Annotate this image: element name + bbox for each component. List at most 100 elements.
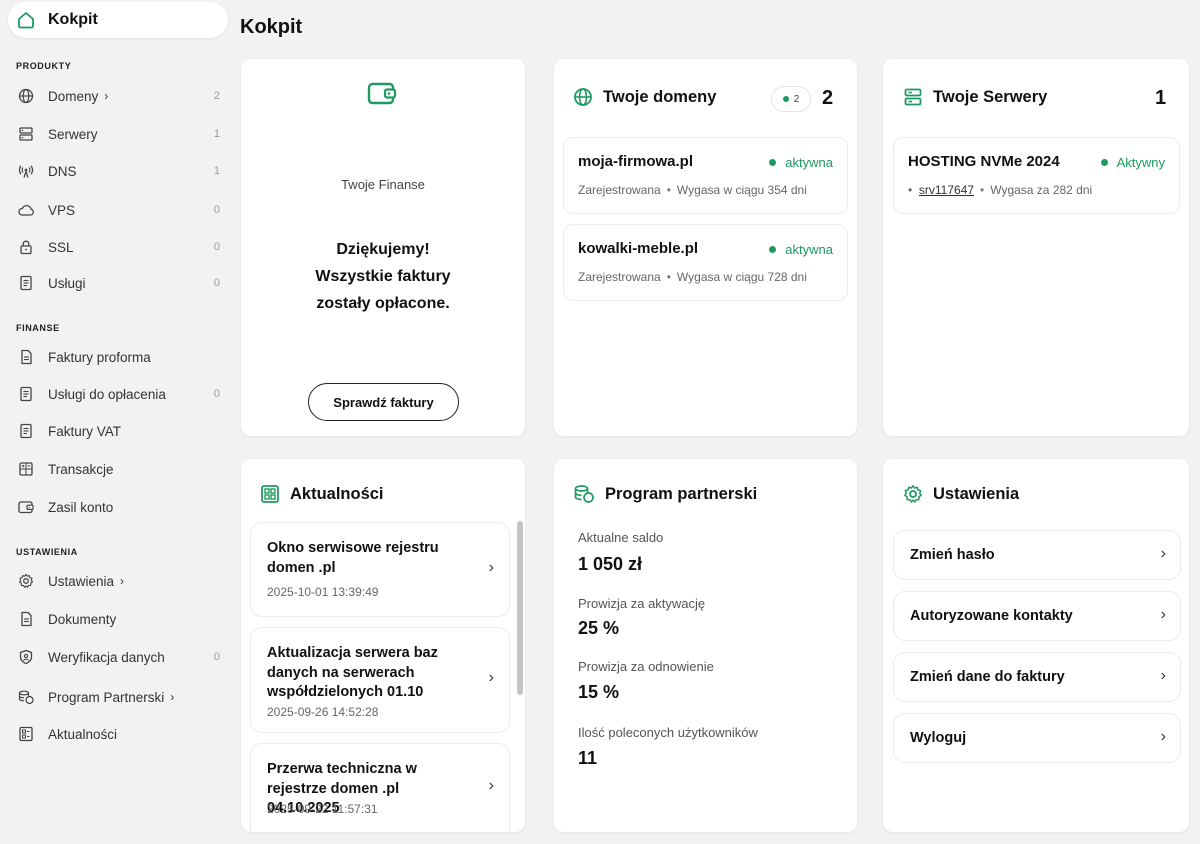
lock-icon	[16, 237, 36, 257]
sidebar-item-ustawienia[interactable]: Ustawienia ›	[16, 569, 220, 593]
sidebar-item-domeny[interactable]: Domeny › 2	[16, 84, 220, 108]
wallet-icon	[367, 80, 399, 108]
sidebar-item-label: Dokumenty	[48, 611, 117, 627]
finance-message-line: zostały opłacone.	[316, 295, 450, 312]
gear-icon	[16, 571, 36, 591]
sidebar-item-label: Ustawienia	[48, 573, 115, 589]
chevron-right-icon: ›	[1160, 728, 1166, 745]
sidebar-item-label: Kokpit	[48, 11, 98, 28]
settings-item-label: Autoryzowane kontakty	[910, 608, 1073, 624]
sidebar-item-label: Transakcje	[48, 461, 114, 477]
chevron-right-icon: ›	[1160, 545, 1166, 562]
news-date: 2025-10-01 13:39:49	[267, 585, 379, 599]
sidebar-item-program-partnerski[interactable]: Program Partnerski ›	[16, 685, 220, 709]
settings-item-label: Zmień hasło	[910, 547, 995, 563]
status-dot	[1100, 159, 1108, 166]
bullet: •	[908, 183, 913, 197]
logout-button[interactable]: Wyloguj ›	[893, 713, 1181, 763]
registration-status: Zarejestrowana	[578, 183, 661, 197]
status-label: aktywna	[785, 242, 833, 257]
sidebar-item-label: VPS	[48, 202, 76, 218]
authorized-contacts-button[interactable]: Autoryzowane kontakty ›	[893, 591, 1181, 641]
document-icon	[16, 609, 36, 629]
sidebar-item-kokpit[interactable]: Kokpit	[8, 2, 228, 38]
separator: •	[666, 183, 671, 197]
registration-status: Zarejestrowana	[578, 270, 661, 284]
status-label: Aktywny	[1116, 155, 1165, 170]
domain-meta: Zarejestrowana • Wygasa w ciągu 728 dni	[578, 270, 807, 284]
document-icon	[16, 273, 36, 293]
check-invoices-button[interactable]: Sprawdź faktury	[308, 383, 459, 421]
count-badge: 1	[213, 165, 220, 177]
balance-label: Aktualne saldo	[578, 530, 664, 545]
sidebar-item-uslugi[interactable]: Usługi 0	[16, 271, 220, 295]
count-badge: 1	[213, 128, 220, 140]
document-icon	[16, 384, 36, 404]
gear-icon	[903, 484, 923, 504]
sidebar-item-serwery[interactable]: Serwery 1	[16, 122, 220, 146]
domain-item[interactable]: moja-firmowa.pl aktywna Zarejestrowana • W…	[563, 137, 848, 214]
calculator-icon	[16, 459, 36, 479]
change-invoice-data-button[interactable]: Zmień dane do faktury ›	[893, 652, 1181, 702]
finance-label: Twoje Finanse	[341, 177, 425, 192]
section-heading-ustawienia: USTAWIENIA	[16, 547, 78, 557]
renewal-commission-label: Prowizja za odnowienie	[578, 659, 714, 674]
sidebar-item-uslugi-do-oplacenia[interactable]: Usługi do opłacenia 0	[16, 382, 220, 406]
news-title: Okno serwisowe rejestru domen .pl	[267, 540, 439, 576]
card-title: Twoje Serwery	[933, 87, 1048, 106]
globe-icon	[16, 86, 36, 106]
scrollbar-thumb[interactable]	[517, 521, 523, 695]
chevron-right-icon: ›	[488, 777, 494, 794]
card-title: Program partnerski	[605, 484, 758, 503]
server-meta: • srv117647 • Wygasa za 282 dni	[908, 183, 1092, 197]
globe-icon	[573, 87, 593, 107]
cloud-icon	[16, 200, 36, 220]
card-title: Aktualności	[290, 484, 384, 503]
document-icon	[16, 421, 36, 441]
separator: •	[666, 270, 671, 284]
sidebar-item-label: Weryfikacja danych	[48, 649, 165, 665]
news-item[interactable]: Okno serwisowe rejestru domen .pl 2025-1…	[250, 522, 510, 617]
server-icon	[903, 87, 923, 107]
antenna-icon	[16, 161, 36, 181]
server-item[interactable]: HOSTING NVMe 2024 Aktywny • srv117647 • Wy…	[893, 137, 1180, 214]
server-icon	[16, 124, 36, 144]
sidebar-item-label: Zasil konto	[48, 499, 114, 515]
sidebar-item-ssl[interactable]: SSL 0	[16, 235, 220, 259]
document-icon	[16, 347, 36, 367]
server-name: HOSTING NVMe 2024	[908, 153, 1060, 170]
balance-value: 1 050 zł	[578, 554, 643, 574]
servers-total: 1	[1155, 87, 1167, 109]
sidebar-item-faktury-proforma[interactable]: Faktury proforma	[16, 345, 220, 369]
activation-commission-label: Prowizja za aktywację	[578, 596, 706, 611]
page-title: Kokpit	[240, 16, 303, 38]
news-icon	[260, 484, 280, 504]
sidebar-item-weryfikacja-danych[interactable]: Weryfikacja danych 0	[16, 645, 220, 669]
count-badge: 0	[213, 277, 220, 289]
server-id-link[interactable]: srv117647	[919, 183, 974, 197]
sidebar-item-zasil-konto[interactable]: Zasil konto	[16, 495, 220, 519]
badge-count: 2	[793, 93, 800, 105]
finance-card: Twoje Finanse Dziękujemy! Wszystkie fakt…	[241, 59, 525, 436]
sidebar-item-vps[interactable]: VPS 0	[16, 198, 220, 222]
finance-message-line: Wszystkie faktury	[315, 268, 451, 285]
status-label: aktywna	[785, 155, 833, 170]
change-password-button[interactable]: Zmień hasło ›	[893, 530, 1181, 580]
news-item[interactable]: Przerwa techniczna w rejestrze domen .pl…	[250, 743, 510, 832]
news-date: 2025-09-22 11:57:31	[267, 802, 378, 816]
status-dot	[769, 246, 777, 253]
sidebar-item-transakcje[interactable]: Transakcje	[16, 457, 220, 481]
sidebar-item-faktury-vat[interactable]: Faktury VAT	[16, 419, 220, 443]
news-title: Aktualizacja serwera baz danych na serwe…	[267, 645, 438, 700]
news-card: Aktualności Okno serwisowe rejestru dome…	[241, 459, 525, 832]
domain-item[interactable]: kowalki-meble.pl aktywna Zarejestrowana •…	[563, 224, 848, 301]
partner-program-card: Program partnerski Aktualne saldo 1 050 …	[554, 459, 857, 832]
news-date: 2025-09-26 14:52:28	[267, 705, 379, 719]
sidebar-item-label: Domeny	[48, 88, 99, 104]
sidebar-item-aktualnosci[interactable]: Aktualności	[16, 722, 220, 746]
sidebar-item-label: SSL	[48, 239, 74, 255]
sidebar-item-dns[interactable]: DNS 1	[16, 159, 220, 183]
sidebar-item-dokumenty[interactable]: Dokumenty	[16, 607, 220, 631]
referred-users-label: Ilość poleconych użytkowników	[578, 725, 758, 740]
news-item[interactable]: Aktualizacja serwera baz danych na serwe…	[250, 627, 510, 733]
